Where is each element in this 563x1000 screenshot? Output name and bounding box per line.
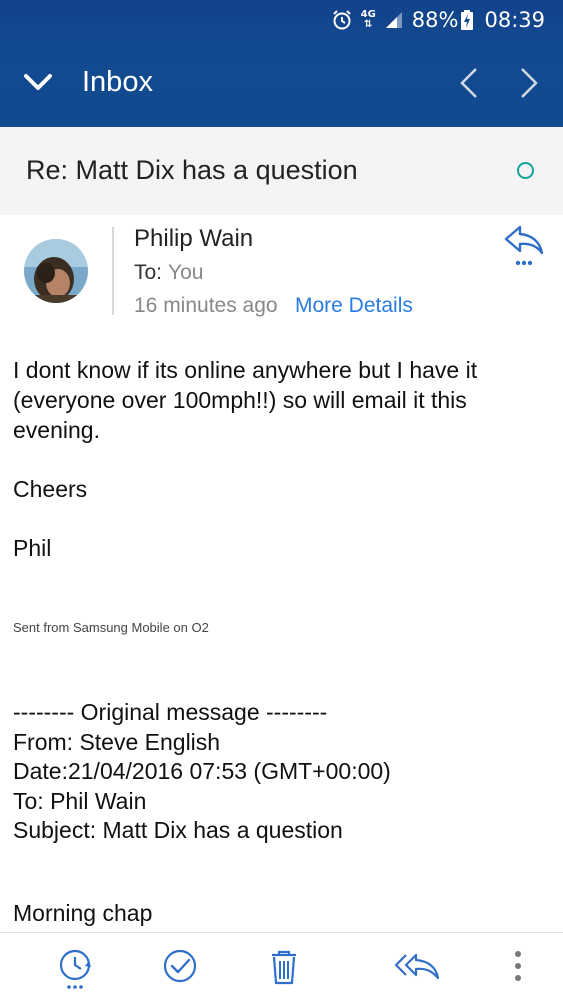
email-body: I dont know if its online anywhere but I… xyxy=(13,355,553,592)
sender-name[interactable]: Philip Wain xyxy=(134,225,253,253)
bottom-action-bar xyxy=(0,932,563,1000)
app-bar: Inbox xyxy=(0,40,563,127)
reply-icon[interactable] xyxy=(502,223,546,273)
original-message-header: -------- Original message -------- xyxy=(13,699,328,725)
network-indicator: 4G ⇅ xyxy=(361,10,376,30)
original-subject: Subject: Matt Dix has a question xyxy=(13,817,343,843)
sender-divider xyxy=(112,227,114,315)
body-paragraph: Cheers xyxy=(13,476,88,502)
delete-icon[interactable] xyxy=(264,947,304,987)
to-label: To: xyxy=(134,261,163,284)
subject-bar: Re: Matt Dix has a question xyxy=(0,127,563,215)
alarm-icon xyxy=(331,9,353,31)
email-signature: Sent from Samsung Mobile on O2 xyxy=(13,620,209,635)
original-date: Date:21/04/2016 07:53 (GMT+00:00) xyxy=(13,758,391,784)
chevron-right-icon[interactable] xyxy=(518,66,540,104)
snooze-icon[interactable] xyxy=(57,947,97,989)
reply-all-icon[interactable] xyxy=(394,947,442,987)
body-paragraph: Phil xyxy=(13,535,52,561)
email-subject: Re: Matt Dix has a question xyxy=(26,155,358,185)
recipient-name: You xyxy=(168,261,204,284)
clock: 08:39 xyxy=(484,8,545,32)
avatar[interactable] xyxy=(24,239,88,303)
sender-header: Philip Wain To: You 16 minutes ago More D… xyxy=(0,215,563,335)
unread-toggle-icon[interactable] xyxy=(517,162,534,179)
app-header: 4G ⇅ 88% 08:39 Inbox xyxy=(0,0,563,127)
original-to: To: Phil Wain xyxy=(13,787,147,814)
recipient-line: To: You xyxy=(134,261,203,285)
status-bar: 4G ⇅ 88% 08:39 xyxy=(0,0,563,40)
received-time: 16 minutes ago xyxy=(134,294,278,317)
more-options-icon[interactable] xyxy=(506,947,530,987)
original-greeting: Morning chap xyxy=(13,900,153,926)
folder-title[interactable]: Inbox xyxy=(82,66,153,99)
body-paragraph: I dont know if its online anywhere but I… xyxy=(13,357,478,443)
signal-icon xyxy=(384,10,404,30)
original-from: From: Steve English xyxy=(13,728,221,755)
data-arrows: ⇅ xyxy=(364,19,373,30)
battery-charging-icon xyxy=(460,9,474,31)
original-message: -------- Original message -------- From:… xyxy=(13,698,391,846)
chevron-down-icon[interactable] xyxy=(22,70,54,98)
more-details-link[interactable]: More Details xyxy=(295,294,413,318)
mark-done-icon[interactable] xyxy=(161,947,201,987)
chevron-left-icon[interactable] xyxy=(458,66,480,104)
battery-percent: 88% xyxy=(411,8,459,32)
